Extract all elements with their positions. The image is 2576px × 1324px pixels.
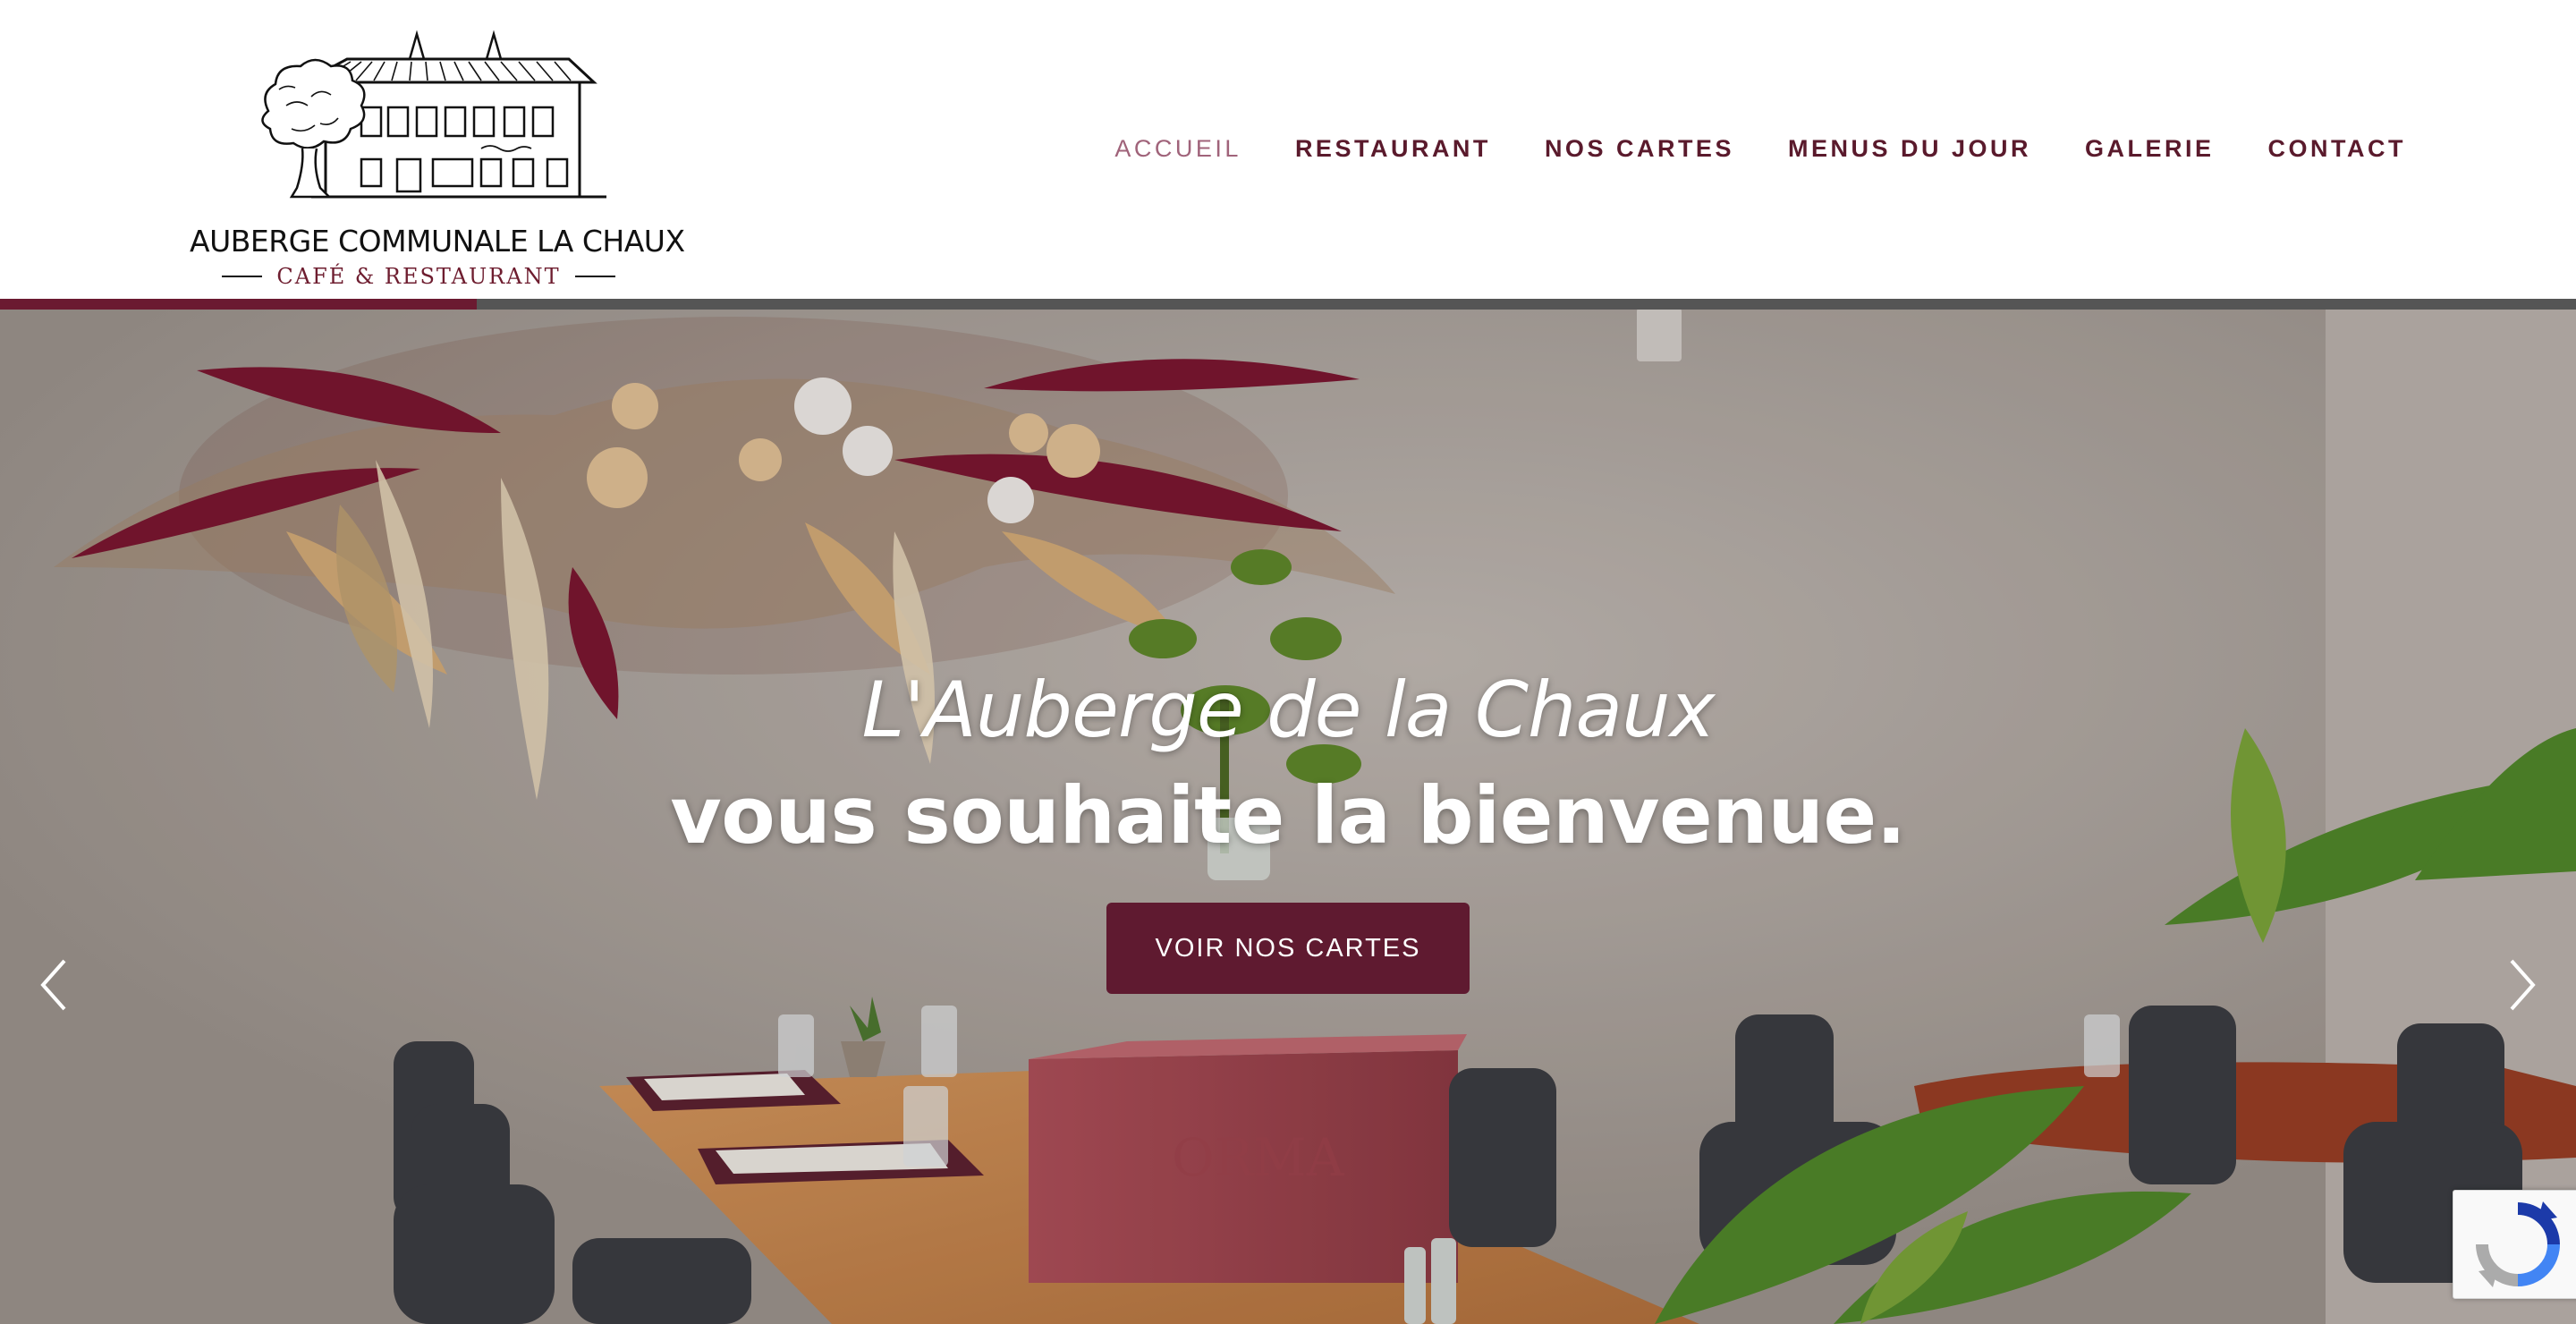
recaptcha-badge[interactable] — [2453, 1190, 2576, 1299]
auberge-building-logo-icon — [261, 30, 606, 199]
nav-item-contact[interactable]: CONTACT — [2268, 135, 2406, 163]
site-logo[interactable]: AUBERGE COMMUNALE LA CHAUX CAFÉ & RESTAU… — [186, 25, 685, 289]
logo-title: AUBERGE COMMUNALE LA CHAUX — [190, 224, 685, 259]
chevron-right-icon — [2510, 959, 2536, 1011]
nav-item-menus-du-jour[interactable]: MENUS DU JOUR — [1788, 135, 2031, 163]
voir-nos-cartes-button[interactable]: VOIR NOS CARTES — [1106, 903, 1470, 994]
slider-prev-button[interactable] — [27, 954, 80, 1016]
logo-subtitle: CAFÉ & RESTAURANT — [276, 264, 561, 289]
slider-next-button[interactable] — [2496, 954, 2549, 1016]
logo-rule-right — [574, 276, 615, 277]
hero-title-main: vous souhaite la bienvenue. — [670, 769, 1906, 861]
chevron-left-icon — [40, 959, 66, 1011]
main-nav: ACCUEIL RESTAURANT NOS CARTES MENUS DU J… — [1114, 131, 2406, 166]
slider-progress-bar — [0, 299, 2576, 310]
nav-item-galerie[interactable]: GALERIE — [2085, 135, 2215, 163]
recaptcha-icon — [2476, 1201, 2560, 1287]
nav-item-restaurant[interactable]: RESTAURANT — [1295, 135, 1491, 163]
site-header: AUBERGE COMMUNALE LA CHAUX CAFÉ & RESTAU… — [0, 0, 2576, 299]
nav-item-nos-cartes[interactable]: NOS CARTES — [1545, 135, 1734, 163]
slider-progress-fill — [0, 299, 477, 310]
hero-title-italic: L'Auberge de la Chaux — [861, 666, 1715, 755]
logo-subtitle-row: CAFÉ & RESTAURANT — [222, 263, 615, 290]
hero-slider: ORMA L'Auberge de la Chaux vous souhaite… — [0, 299, 2576, 1324]
nav-item-accueil[interactable]: ACCUEIL — [1114, 135, 1241, 163]
hero-heading: L'Auberge de la Chaux vous souhaite la b… — [0, 666, 2576, 861]
logo-rule-left — [222, 276, 263, 277]
